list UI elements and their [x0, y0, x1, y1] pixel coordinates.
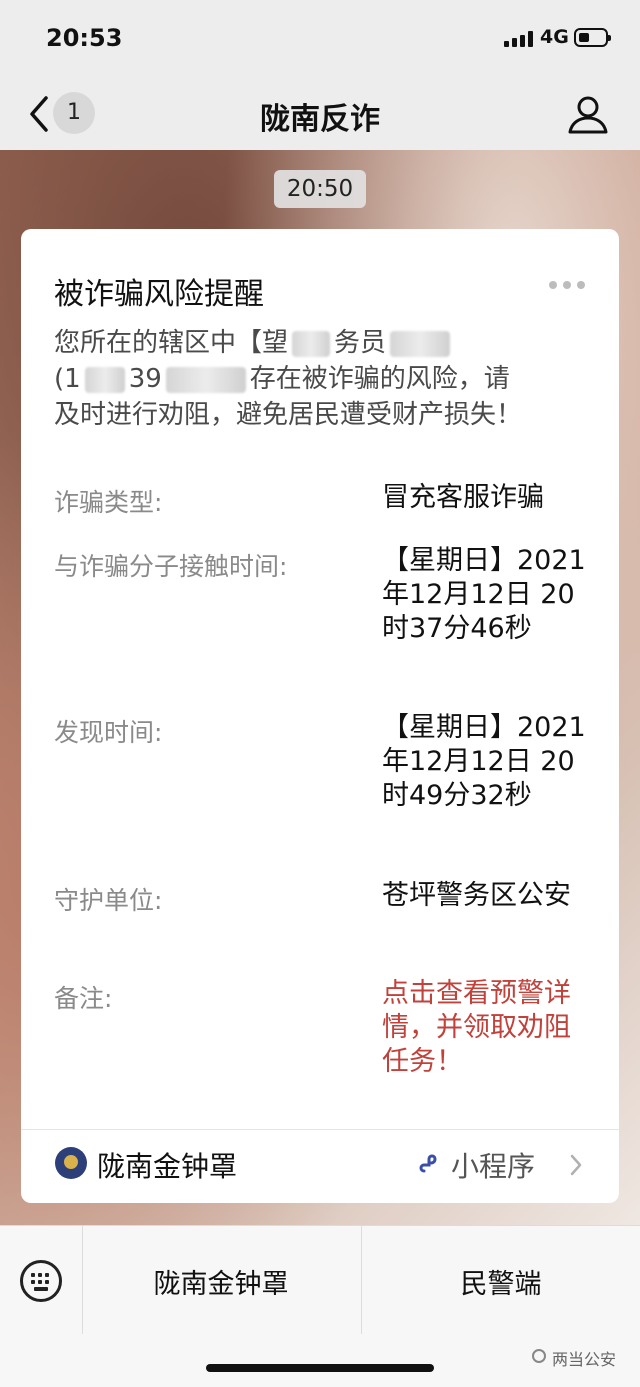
- watermark-icon: [532, 1349, 546, 1363]
- body-line1-mid: 务员: [334, 328, 387, 358]
- network-type: 4G: [540, 26, 569, 48]
- mini-program-name: 陇南金钟罩: [97, 1150, 238, 1183]
- chat-area: 20:50 被诈骗风险提醒 您所在的辖区中【望 务员 (1 39 存在被诈骗的风险，请…: [0, 150, 640, 1225]
- card-title: 被诈骗风险提醒: [54, 277, 264, 312]
- home-indicator[interactable]: [206, 1364, 434, 1372]
- body-line3: 及时进行劝阻，避免居民遭受财产损失！: [54, 400, 523, 430]
- remark-label: 备注:: [54, 984, 113, 1013]
- fraud-type-label: 诈骗类型:: [54, 488, 163, 517]
- menu-separator: [361, 1226, 362, 1334]
- fraud-type-value: 冒充客服诈骗: [382, 482, 544, 513]
- body-line2-prefix: (1: [54, 364, 81, 394]
- status-time: 20:53: [46, 24, 123, 52]
- card-body: 您所在的辖区中【望 务员 (1 39 存在被诈骗的风险，请 及时进行劝阻，避免居民遭受…: [54, 325, 594, 433]
- watermark-text: 两当公安: [552, 1350, 617, 1369]
- app-logo: [55, 1147, 87, 1179]
- menu-separator: [82, 1226, 83, 1334]
- alert-card[interactable]: 被诈骗风险提醒 您所在的辖区中【望 务员 (1 39 存在被诈骗的风险，请 及时进行劝…: [21, 229, 619, 1203]
- contact-time-label: 与诈骗分子接触时间:: [54, 552, 288, 581]
- more-options-icon[interactable]: [549, 281, 585, 291]
- menu-item-police[interactable]: 民警端: [391, 1262, 611, 1301]
- menu-item-jinzhongzhao[interactable]: 陇南金钟罩: [111, 1262, 331, 1301]
- battery-icon: [574, 28, 611, 47]
- guard-unit-label: 守护单位:: [54, 886, 163, 915]
- redacted-block: [84, 366, 125, 393]
- mini-program-icon: [419, 1154, 437, 1173]
- profile-button[interactable]: [566, 92, 610, 136]
- message-timestamp: 20:50: [274, 170, 366, 208]
- redacted-block: [390, 330, 451, 357]
- card-divider: [21, 1129, 619, 1130]
- found-time-value: 【星期日】2021年12月12日 20时49分32秒: [382, 712, 586, 811]
- page-title: 陇南反诈: [260, 102, 380, 137]
- body-line2-suffix: 存在被诈骗的风险，请: [249, 364, 510, 394]
- mini-program-label: 小程序: [451, 1150, 536, 1183]
- contact-time-value: 【星期日】2021年12月12日 20时37分46秒: [382, 545, 586, 644]
- signal-icon: [504, 31, 534, 47]
- bottom-menu: 陇南金钟罩 民警端 两当公安: [0, 1225, 640, 1387]
- guard-unit-value: 苍坪警务区公安: [382, 880, 571, 911]
- remark-link[interactable]: 点击查看预警详情，并领取劝阻任务！: [382, 977, 597, 1079]
- status-bar: 20:53 4G: [0, 0, 640, 78]
- body-line1: 您所在的辖区中【望: [54, 328, 289, 358]
- keyboard-toggle-button[interactable]: [20, 1260, 62, 1302]
- redacted-block: [165, 366, 246, 393]
- body-line2-mid: 39: [128, 364, 162, 394]
- found-time-label: 发现时间:: [54, 718, 163, 747]
- person-icon: [568, 96, 608, 134]
- redacted-block: [292, 330, 331, 357]
- chevron-right-icon: [570, 1154, 582, 1176]
